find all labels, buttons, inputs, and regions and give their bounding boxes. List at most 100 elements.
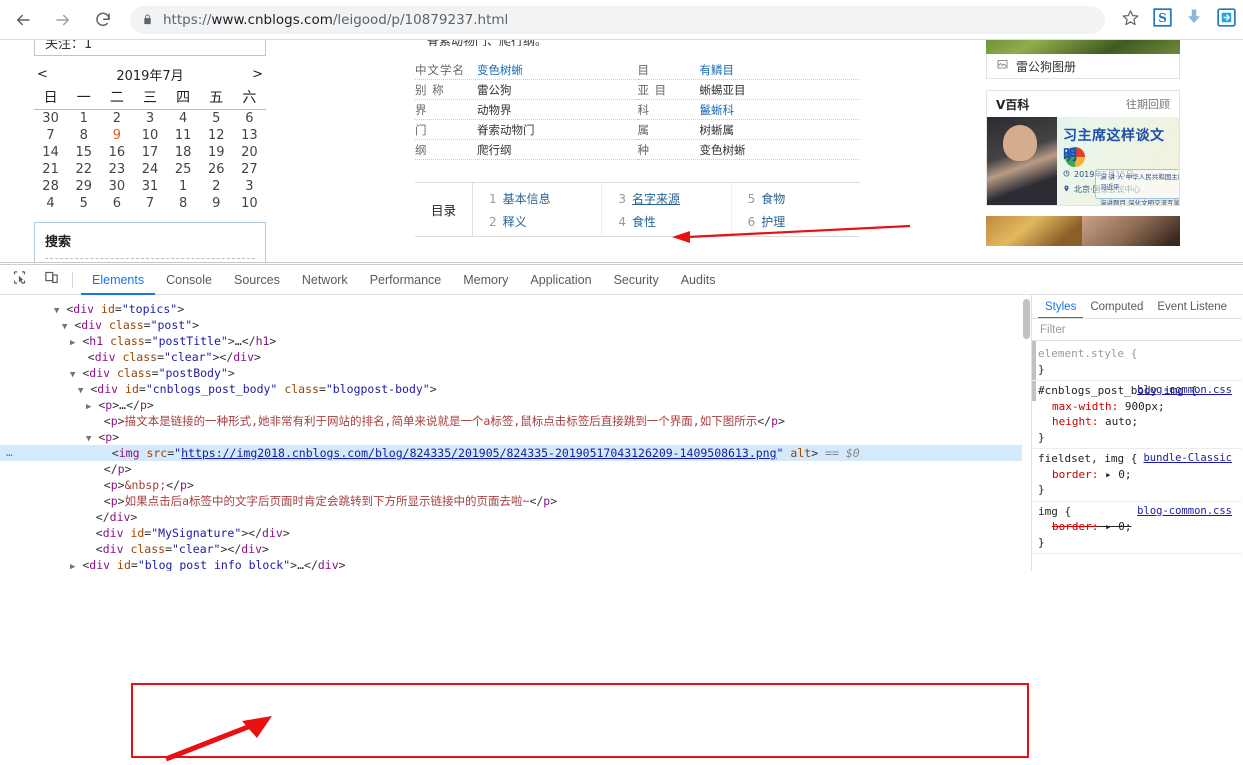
toc-item[interactable]: 5 食物 [748,190,860,207]
calendar-day[interactable]: 17 [133,144,166,161]
dom-tree-line[interactable]: ▼ <div class="postBody"> [0,365,1031,381]
toc-item[interactable]: 6 护理 [748,213,860,230]
calendar-day[interactable]: 22 [67,161,100,178]
dom-tree-line[interactable]: ▼ <div id="topics"> [0,301,1031,317]
calendar-day[interactable]: 8 [67,127,100,144]
style-rule[interactable]: element.style {} [1032,344,1242,381]
devtools-tab-audits[interactable]: Audits [670,265,727,295]
calendar-day[interactable]: 10 [133,127,166,144]
devtools-tab-application[interactable]: Application [519,265,602,295]
style-declaration[interactable]: height: auto; [1038,414,1236,430]
calendar-day[interactable]: 19 [200,144,233,161]
reload-button[interactable] [86,3,120,37]
style-selector[interactable]: element.style { [1038,347,1137,360]
calendar-day[interactable]: 1 [67,110,100,128]
devtools-tab-security[interactable]: Security [603,265,670,295]
style-declaration[interactable]: border: ▸ 0; [1038,467,1236,483]
dom-scrollbar-thumb[interactable] [1023,299,1030,339]
expand-triangle-icon[interactable]: ▼ [70,370,75,380]
style-declaration[interactable]: border: ▸ 0; [1038,519,1236,535]
vbaike-more-link[interactable]: 往期回顾 [1126,96,1170,112]
collapse-triangle-icon[interactable]: ▶ [86,402,91,412]
calendar-day[interactable]: 28 [34,178,67,195]
dom-tree-line[interactable]: </div> [0,509,1031,525]
devtools-tab-console[interactable]: Console [155,265,223,295]
inspect-element-button[interactable] [6,267,32,293]
calendar-day[interactable]: 29 [67,178,100,195]
style-rule[interactable]: fieldset, img { bundle-Classic border: ▸ 0… [1032,449,1242,502]
style-selector[interactable]: img { [1038,505,1071,518]
calendar-day[interactable]: 12 [200,127,233,144]
album-bar[interactable]: 雷公狗图册 [986,54,1180,79]
extension-blue-button[interactable] [1211,5,1241,35]
toc-item[interactable]: 1 基本信息 [489,190,601,207]
toc-link[interactable]: 释义 [503,215,527,229]
calendar-day[interactable]: 8 [167,195,200,212]
dom-tree[interactable]: ▼ <div id="topics"> ▼ <div class="post"> ▶… [0,295,1031,571]
dom-scrollbar[interactable] [1022,295,1031,571]
devtools-tab-network[interactable]: Network [291,265,359,295]
style-value[interactable]: 900px; [1118,400,1165,413]
calendar-day[interactable]: 6 [233,110,266,128]
calendar-day[interactable]: 7 [34,127,67,144]
calendar-day[interactable]: 4 [34,195,67,212]
calendar-day[interactable]: 25 [167,161,200,178]
calendar-day[interactable]: 4 [167,110,200,128]
calendar-day[interactable]: 10 [233,195,266,212]
dom-tree-line[interactable]: <p>如果点击后a标签中的文字后页面时肯定会跳转到下方所显示链接中的页面去啦~<… [0,493,1031,509]
dom-tree-line[interactable]: <div class="clear"></div> [0,349,1031,365]
calendar-day[interactable]: 6 [100,195,133,212]
expand-triangle-icon[interactable]: ▼ [86,434,91,444]
styles-rules-list[interactable]: element.style {} #cnblogs_post_body img {… [1032,341,1242,554]
dom-tree-line[interactable]: </p> [0,461,1031,477]
calendar-day[interactable]: 20 [233,144,266,161]
calendar-day[interactable]: 13 [233,127,266,144]
style-selector[interactable]: fieldset, img { [1038,452,1137,465]
style-property[interactable]: border: [1038,520,1098,533]
calendar-day[interactable]: 1 [167,178,200,195]
elements-dom-pane[interactable]: ▼ <div id="topics"> ▼ <div class="post"> ▶… [0,295,1032,571]
calendar-day[interactable]: 30 [100,178,133,195]
address-bar[interactable]: https://www.cnblogs.com/leigood/p/108792… [130,5,1105,34]
extension-s-button[interactable]: S [1147,5,1177,35]
calendar-day[interactable]: 15 [67,144,100,161]
devtools-tab-memory[interactable]: Memory [452,265,519,295]
calendar-day[interactable]: 11 [167,127,200,144]
download-button[interactable] [1179,5,1209,35]
toc-link[interactable]: 食性 [632,215,656,229]
calendar-day[interactable]: 3 [133,110,166,128]
calendar-day[interactable]: 14 [34,144,67,161]
calendar-day[interactable]: 23 [100,161,133,178]
taxonomy-value[interactable]: 鬣蜥科 [700,102,735,118]
toc-link[interactable]: 食物 [761,192,785,206]
styles-tab-computed[interactable]: Computed [1083,295,1150,318]
style-origin-link[interactable]: bundle-Classic [1143,451,1232,467]
styles-tab-event-listene[interactable]: Event Listene [1150,295,1234,318]
toc-item[interactable]: 3 名字来源 [618,190,730,207]
expand-triangle-icon[interactable]: ▼ [78,386,83,396]
collapse-triangle-icon[interactable]: ▶ [70,338,75,348]
calendar-day[interactable]: 31 [133,178,166,195]
style-property[interactable]: max-width: [1038,400,1118,413]
calendar-prev-button[interactable]: < [37,67,48,82]
toc-item[interactable]: 4 食性 [618,213,730,230]
styles-tab-styles[interactable]: Styles [1038,295,1083,318]
devtools-tab-sources[interactable]: Sources [223,265,291,295]
style-property[interactable]: border: [1038,468,1098,481]
calendar-day[interactable]: 2 [200,178,233,195]
dom-tree-line[interactable]: <div id="MySignature"></div> [0,525,1031,541]
style-property[interactable]: height: [1038,415,1098,428]
toc-link[interactable]: 基本信息 [503,192,551,206]
style-origin-link[interactable]: blog-common.css [1137,504,1232,520]
dom-tree-line[interactable]: <p>&nbsp;</p> [0,477,1031,493]
dom-tree-line[interactable]: … <img src="https://img2018.cnblogs.com/… [0,445,1031,461]
style-rule[interactable]: img {blog-common.css border: ▸ 0;} [1032,502,1242,554]
dom-tree-line[interactable]: ▼ <div id="cnblogs_post_body" class="blo… [0,381,1031,397]
dom-tree-line[interactable]: <p>描文本是链接的一种形式,她非常有利于网站的排名,简单来说就是一个a标签,鼠… [0,413,1031,429]
taxonomy-value[interactable]: 变色树蜥 [477,62,523,78]
dom-tree-line[interactable]: ▼ <p> [0,429,1031,445]
toc-item[interactable]: 2 释义 [489,213,601,230]
calendar-day[interactable]: 9 [100,127,133,144]
calendar-day[interactable]: 7 [133,195,166,212]
dom-tree-line[interactable]: ▶ <p>…</p> [0,397,1031,413]
